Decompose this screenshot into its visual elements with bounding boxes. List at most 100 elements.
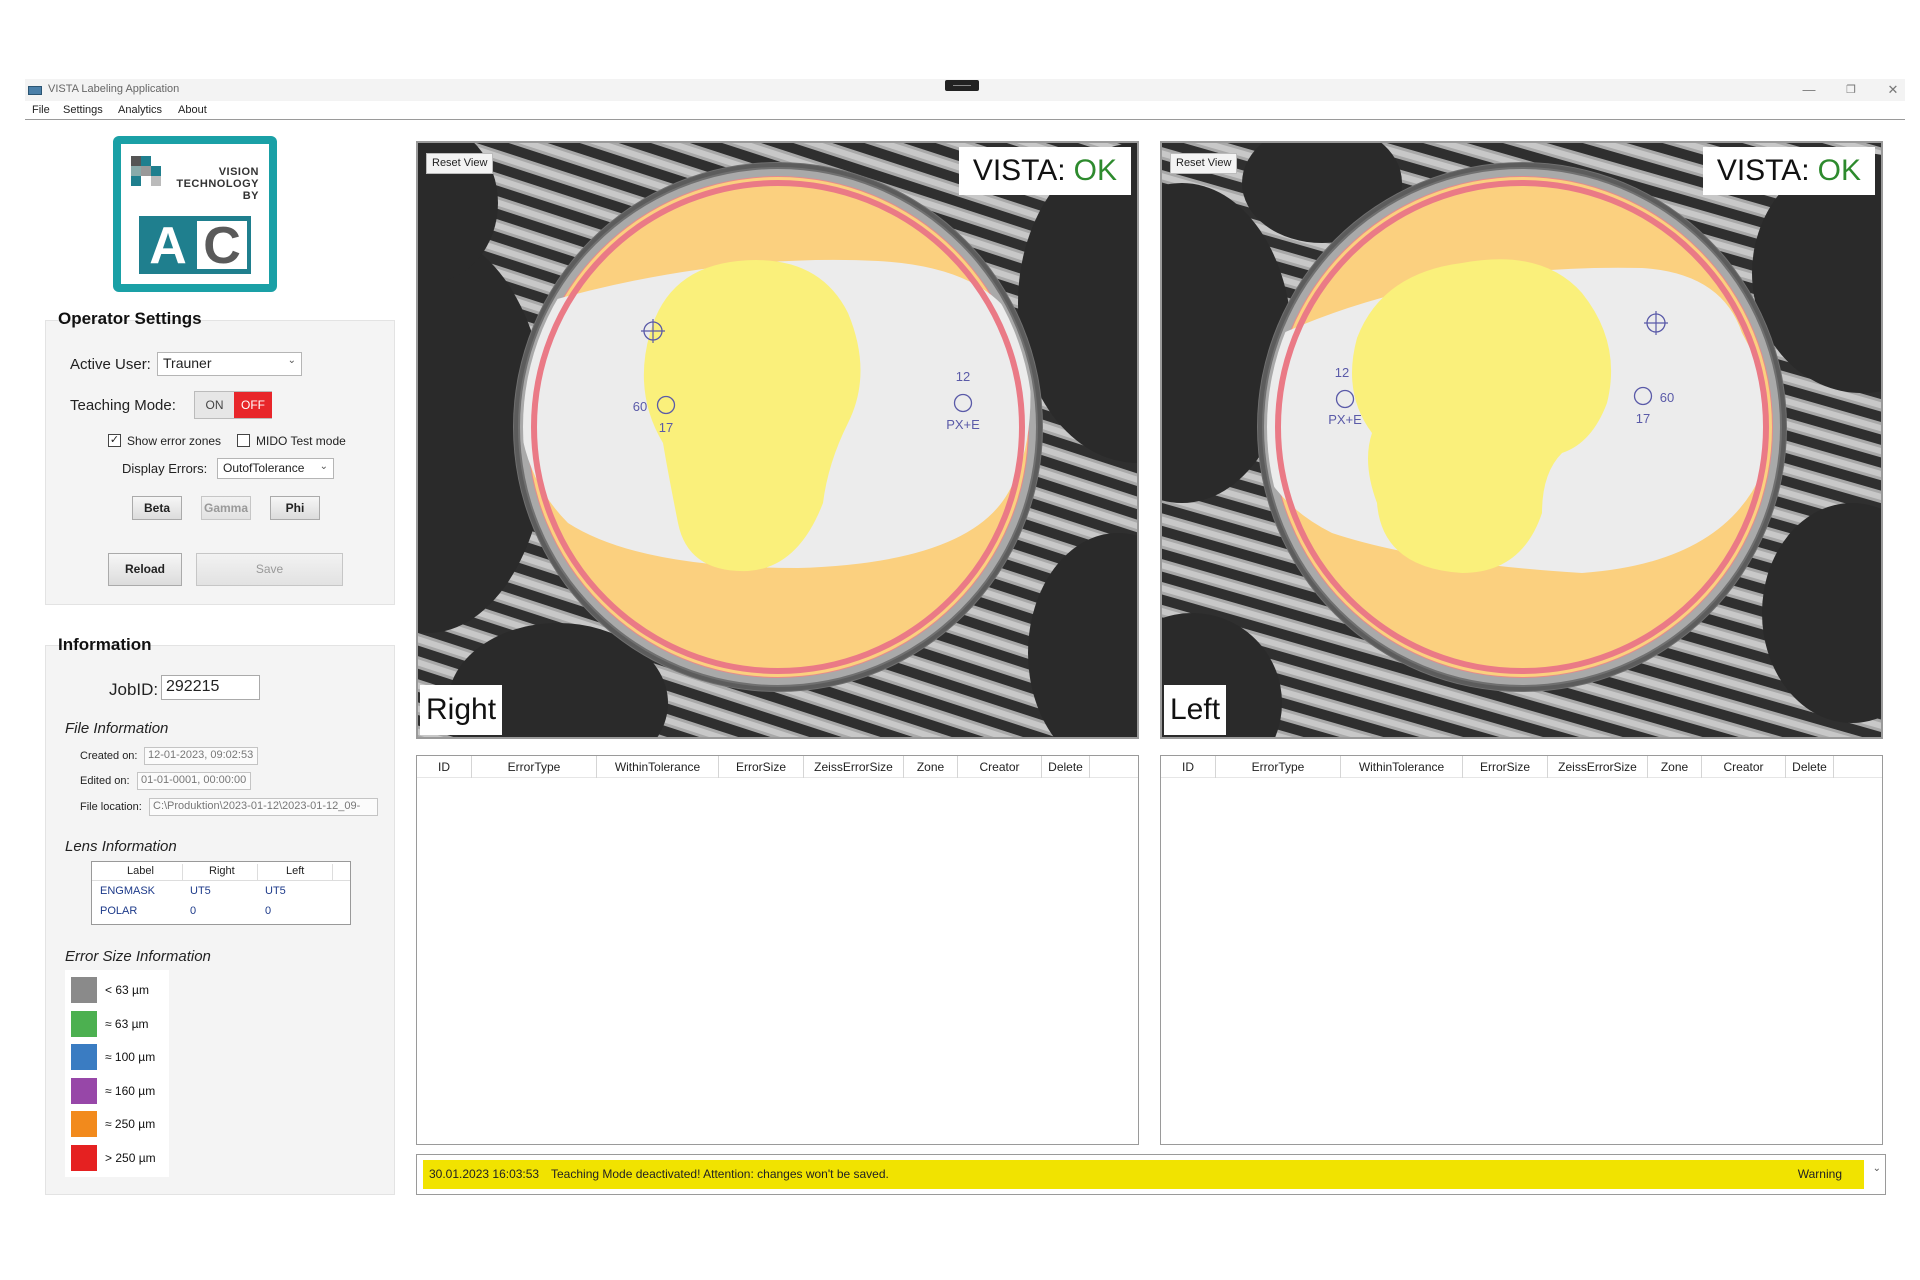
eye-side-label: Right bbox=[420, 685, 503, 735]
lens-information-title: Lens Information bbox=[65, 838, 177, 855]
mark-right-number: 12 bbox=[956, 369, 970, 384]
column-header-creator[interactable]: Creator bbox=[1702, 756, 1786, 778]
jobid-input[interactable]: 292215 bbox=[161, 675, 260, 700]
edited-on-label: Edited on: bbox=[80, 775, 130, 787]
error-size-label: > 250 µm bbox=[105, 1150, 156, 1165]
column-header-id[interactable]: ID bbox=[1161, 756, 1216, 778]
active-user-value: Trauner bbox=[163, 355, 212, 371]
toggle-off[interactable]: OFF bbox=[234, 392, 272, 418]
error-size-swatch bbox=[71, 1010, 97, 1037]
file-information-title: File Information bbox=[65, 720, 169, 737]
lens-cell: 0 bbox=[265, 905, 272, 917]
column-header-errorsize[interactable]: ErrorSize bbox=[1463, 756, 1548, 778]
status-message: Teaching Mode deactivated! Attention: ch… bbox=[551, 1167, 889, 1181]
lens-info-table: Label Right Left ENGMASK UT5 UT5 POLAR 0… bbox=[91, 861, 351, 925]
teaching-mode-toggle[interactable]: ON OFF bbox=[194, 391, 272, 419]
right-lens-view[interactable]: 60 17 12 PX+E Reset View VISTA: OK Right bbox=[416, 141, 1139, 739]
column-header-id[interactable]: ID bbox=[417, 756, 472, 778]
column-header-zeisserrorsize[interactable]: ZeissErrorSize bbox=[804, 756, 904, 778]
edited-on-field: 01-01-0001, 00:00:00 bbox=[137, 772, 251, 790]
active-user-select[interactable]: Trauner ⌄ bbox=[157, 352, 302, 376]
menu-analytics[interactable]: Analytics bbox=[118, 104, 162, 116]
eye-side-label: Left bbox=[1164, 685, 1227, 735]
lens-col-right: Right bbox=[209, 865, 235, 877]
lens-col-left: Left bbox=[286, 865, 305, 877]
mido-test-mode-label: MIDO Test mode bbox=[256, 434, 346, 448]
file-location-label: File location: bbox=[80, 801, 142, 813]
column-header-withintolerance[interactable]: WithinTolerance bbox=[597, 756, 719, 778]
error-size-swatch bbox=[71, 1111, 97, 1137]
chevron-down-icon[interactable]: ⌄ bbox=[1873, 1163, 1881, 1174]
error-size-legend: < 63 µm ≈ 63 µm ≈ 100 µm ≈ 160 µm ≈ 250 µm > … bbox=[65, 970, 169, 1177]
restore-button[interactable]: ❐ bbox=[1837, 81, 1865, 99]
drag-handle[interactable] bbox=[945, 80, 979, 91]
column-header-zeisserrorsize[interactable]: ZeissErrorSize bbox=[1548, 756, 1648, 778]
menu-bar: File Settings Analytics About bbox=[25, 101, 1905, 120]
left-lens-view[interactable]: 12 PX+E 60 17 Reset View VISTA: OK Left bbox=[1160, 141, 1883, 739]
error-size-swatch bbox=[71, 1044, 97, 1070]
created-on-field: 12-01-2023, 09:02:53 bbox=[144, 747, 258, 765]
operator-settings-title: Operator Settings bbox=[58, 309, 202, 328]
show-error-zones-checkbox[interactable]: ✓ bbox=[108, 434, 121, 447]
information-title: Information bbox=[58, 635, 152, 654]
column-header-creator[interactable]: Creator bbox=[958, 756, 1042, 778]
error-size-swatch bbox=[71, 1144, 97, 1171]
status-time: 30.01.2023 16:03:53 bbox=[429, 1167, 540, 1181]
error-size-label: ≈ 100 µm bbox=[105, 1050, 156, 1064]
column-header-errortype[interactable]: ErrorType bbox=[472, 756, 597, 778]
created-on-label: Created on: bbox=[80, 750, 138, 762]
display-errors-label: Display Errors: bbox=[122, 461, 208, 476]
logo-text: VISION TECHNOLOGY BY bbox=[176, 166, 259, 202]
status-level: Warning bbox=[1797, 1167, 1842, 1181]
right-error-table[interactable]: ID ErrorType WithinTolerance ErrorSize Zeiss… bbox=[416, 755, 1139, 1145]
mark-left-number: 12 bbox=[1335, 365, 1349, 380]
mark-left-sub: PX+E bbox=[1328, 412, 1362, 427]
menu-about[interactable]: About bbox=[178, 104, 207, 116]
company-logo: VISION TECHNOLOGY BY A C bbox=[113, 136, 277, 292]
file-location-field[interactable]: C:\Produktion\2023-01-12\2023-01-12_09- bbox=[149, 798, 378, 816]
reset-view-button[interactable]: Reset View bbox=[426, 153, 494, 174]
save-button[interactable]: Save bbox=[196, 553, 343, 586]
error-size-label: ≈ 250 µm bbox=[105, 1117, 156, 1131]
window-title: VISTA Labeling Application bbox=[48, 83, 180, 95]
jobid-label: JobID: bbox=[109, 680, 159, 699]
table-header: ID ErrorType WithinTolerance ErrorSize Zeiss… bbox=[417, 756, 1138, 778]
left-error-table[interactable]: ID ErrorType WithinTolerance ErrorSize Zeiss… bbox=[1160, 755, 1883, 1145]
reset-view-button[interactable]: Reset View bbox=[1170, 153, 1238, 174]
column-header-errortype[interactable]: ErrorType bbox=[1216, 756, 1341, 778]
column-header-withintolerance[interactable]: WithinTolerance bbox=[1341, 756, 1463, 778]
table-header: ID ErrorType WithinTolerance ErrorSize Zeiss… bbox=[1161, 756, 1882, 778]
column-header-delete[interactable]: Delete bbox=[1042, 756, 1090, 778]
app-icon bbox=[28, 86, 42, 95]
mark-right-sub: 17 bbox=[1636, 411, 1650, 426]
mark-left-number: 60 bbox=[633, 399, 647, 414]
column-header-errorsize[interactable]: ErrorSize bbox=[719, 756, 804, 778]
menu-settings[interactable]: Settings bbox=[63, 104, 103, 116]
phi-button[interactable]: Phi bbox=[270, 496, 320, 520]
display-errors-value: OutofTolerance bbox=[223, 461, 305, 475]
toggle-on[interactable]: ON bbox=[195, 392, 234, 418]
mido-test-mode-checkbox[interactable] bbox=[237, 434, 250, 447]
error-size-label: ≈ 63 µm bbox=[105, 1016, 149, 1031]
lens-image[interactable]: 12 PX+E 60 17 bbox=[1162, 143, 1881, 737]
display-errors-select[interactable]: OutofTolerance ⌄ bbox=[217, 458, 334, 479]
chevron-down-icon: ⌄ bbox=[319, 461, 328, 472]
minimize-button[interactable]: — bbox=[1795, 81, 1823, 99]
column-header-zone[interactable]: Zone bbox=[904, 756, 958, 778]
column-header-delete[interactable]: Delete bbox=[1786, 756, 1834, 778]
lens-cell: UT5 bbox=[265, 885, 286, 897]
close-button[interactable]: ✕ bbox=[1879, 81, 1907, 99]
teaching-mode-label: Teaching Mode: bbox=[70, 397, 176, 414]
reload-button[interactable]: Reload bbox=[108, 553, 182, 586]
status-message-row[interactable]: 30.01.2023 16:03:53 Teaching Mode deacti… bbox=[423, 1160, 1864, 1189]
lens-image[interactable]: 60 17 12 PX+E bbox=[418, 143, 1137, 737]
menu-file[interactable]: File bbox=[32, 104, 50, 116]
mark-left-sub: 17 bbox=[659, 420, 673, 435]
title-bar[interactable]: VISTA Labeling Application — ❐ ✕ bbox=[25, 79, 1905, 101]
status-bar: 30.01.2023 16:03:53 Teaching Mode deacti… bbox=[416, 1154, 1886, 1195]
column-header-zone[interactable]: Zone bbox=[1648, 756, 1702, 778]
vista-status-box: VISTA: OK bbox=[958, 147, 1131, 195]
gamma-button[interactable]: Gamma bbox=[201, 496, 251, 520]
beta-button[interactable]: Beta bbox=[132, 496, 182, 520]
lens-col-label: Label bbox=[127, 865, 154, 877]
